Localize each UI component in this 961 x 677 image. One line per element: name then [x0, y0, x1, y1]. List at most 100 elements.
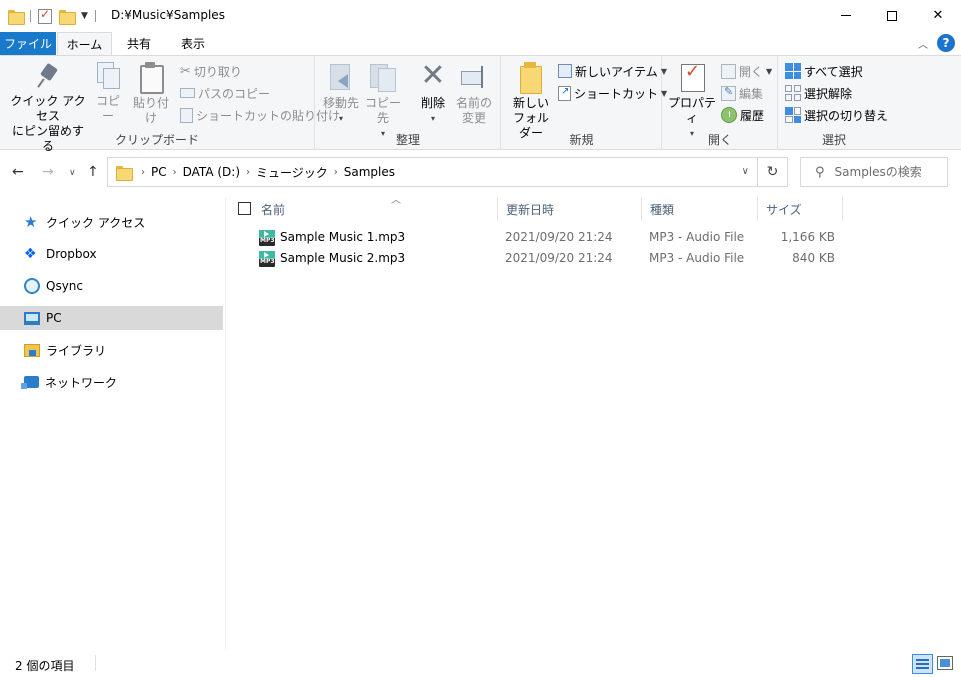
address-bar[interactable]: › PC › DATA (D:) › ミュージック › Samples ∨ — [107, 157, 758, 187]
column-header-size[interactable]: サイズ — [758, 197, 843, 221]
new-folder-icon[interactable] — [59, 9, 76, 25]
details-view-button[interactable] — [912, 654, 933, 674]
chevron-right-icon[interactable]: › — [173, 167, 177, 178]
select-all-label: すべて選択 — [804, 64, 863, 79]
maximize-button[interactable] — [869, 0, 915, 31]
new-folder-icon — [518, 62, 544, 94]
tab-home[interactable]: ホーム — [57, 32, 112, 55]
breadcrumb-data-drive[interactable]: DATA (D:) — [183, 165, 240, 179]
minimize-button[interactable] — [823, 0, 869, 31]
column-header-date[interactable]: 更新日時 — [498, 197, 642, 221]
nav-item-label: Qsync — [46, 279, 84, 293]
minimize-icon — [841, 15, 851, 16]
invert-selection-button[interactable]: 選択の切り替え — [785, 105, 888, 125]
nav-item-quick-access[interactable]: ★ クイック アクセス — [0, 210, 223, 234]
help-icon[interactable]: ? — [937, 34, 955, 52]
copy-to-button[interactable]: コピー先 ▾ — [364, 62, 402, 141]
library-icon — [24, 343, 40, 357]
folder-icon — [8, 9, 25, 25]
rename-button[interactable]: 名前の 変更 — [454, 62, 494, 126]
chevron-down-icon: ▾ — [338, 114, 343, 123]
select-group-label: 選択 — [821, 133, 846, 147]
file-size: 840 KB — [792, 251, 835, 265]
chevron-up-icon[interactable]: ︿ — [918, 36, 928, 51]
nav-item-network[interactable]: ネットワーク — [0, 370, 223, 394]
clipboard-group: クイック アクセス にピン留めする コピー 貼り付け ✂ 切り取り パスのコピー… — [0, 56, 340, 153]
invert-selection-label: 選択の切り替え — [804, 108, 889, 123]
ribbon-tabs: ファイル ホーム 共有 表示 — [0, 31, 961, 55]
select-all-checkbox[interactable] — [238, 202, 251, 215]
new-folder-label-line1: 新しい — [512, 96, 549, 110]
large-icons-view-button[interactable] — [937, 656, 953, 670]
nav-item-label: クイック アクセス — [46, 215, 146, 230]
search-box[interactable]: ⚲ — [800, 157, 948, 187]
paste-shortcut-icon — [180, 107, 193, 123]
nav-item-label: ネットワーク — [45, 375, 118, 390]
easy-access-button[interactable]: ショートカット ▼ — [558, 83, 667, 103]
nav-item-qsync[interactable]: Qsync — [0, 274, 223, 298]
column-header-type[interactable]: 種類 — [642, 197, 758, 221]
new-item-icon — [558, 64, 572, 78]
nav-item-label: ライブラリ — [46, 343, 107, 358]
chevron-right-icon[interactable]: › — [334, 167, 338, 178]
tab-file[interactable]: ファイル — [0, 32, 56, 55]
edit-icon — [721, 85, 736, 101]
breadcrumb-samples[interactable]: Samples — [344, 165, 395, 179]
file-name: Sample Music 1.mp3 — [280, 230, 406, 244]
copy-path-button[interactable]: パスのコピー — [180, 83, 270, 103]
customize-toolbar-icon[interactable]: ▼ — [81, 11, 88, 21]
column-size-label: サイズ — [766, 202, 802, 217]
forward-arrow-icon[interactable]: → — [42, 164, 54, 180]
new-item-label: 新しいアイテム — [575, 64, 658, 79]
edit-button[interactable]: 編集 — [721, 83, 763, 103]
chevron-right-icon[interactable]: › — [246, 167, 250, 178]
breadcrumb-music[interactable]: ミュージック — [256, 164, 328, 181]
toolbar-separator — [94, 10, 96, 22]
paste-button[interactable]: 貼り付け — [128, 62, 174, 126]
history-button[interactable]: 履歴 — [721, 105, 764, 125]
status-item-count: 2 個の項目 — [15, 659, 75, 673]
cut-button[interactable]: ✂ 切り取り — [180, 61, 242, 81]
file-row[interactable]: Sample Music 1.mp3 2021/09/20 21:24 MP3 … — [256, 227, 856, 248]
open-group: プロパティ ▾ 開く ▼ 編集 履歴 開く — [663, 56, 778, 150]
breadcrumb-pc[interactable]: PC — [151, 165, 167, 179]
chevron-down-icon[interactable]: ∨ — [742, 166, 749, 177]
recent-locations-chevron-icon[interactable]: ∨ — [69, 168, 76, 178]
move-to-button[interactable]: 移動先 ▾ — [322, 62, 360, 126]
up-arrow-icon[interactable]: ↑ — [87, 164, 99, 180]
back-arrow-icon[interactable]: ← — [12, 164, 24, 180]
close-button[interactable]: ✕ — [915, 0, 961, 31]
select-none-button[interactable]: 選択解除 — [785, 83, 852, 103]
select-all-button[interactable]: すべて選択 — [785, 61, 863, 81]
pc-icon — [24, 311, 40, 325]
details-view-icon — [916, 659, 929, 669]
history-icon — [721, 107, 737, 123]
navigation-row: ← → ∨ ↑ › PC › DATA (D:) › ミュージック › Samp… — [0, 157, 961, 187]
delete-button[interactable]: ✕ 削除 ▾ — [416, 61, 450, 126]
file-row[interactable]: Sample Music 2.mp3 2021/09/20 21:24 MP3 … — [256, 248, 856, 269]
shortcut-icon — [558, 85, 571, 101]
toolbar-separator — [30, 10, 31, 22]
nav-item-dropbox[interactable]: ❖ Dropbox — [0, 242, 223, 266]
chevron-down-icon: ▼ — [766, 66, 773, 76]
new-folder-button[interactable]: 新しい フォルダー — [508, 62, 554, 141]
tab-view[interactable]: 表示 — [168, 32, 218, 55]
properties-button[interactable]: プロパティ ▾ — [667, 62, 717, 141]
tab-share[interactable]: 共有 — [114, 32, 164, 55]
new-item-button[interactable]: 新しいアイテム ▼ — [558, 61, 667, 81]
search-input[interactable] — [834, 165, 940, 179]
nav-item-pc[interactable]: PC — [0, 306, 223, 330]
ribbon: クイック アクセス にピン留めする コピー 貼り付け ✂ 切り取り パスのコピー… — [0, 55, 961, 153]
refresh-button[interactable]: ↻ — [758, 157, 788, 187]
open-button[interactable]: 開く ▼ — [721, 61, 772, 81]
cut-label: 切り取り — [193, 64, 242, 79]
nav-item-library[interactable]: ライブラリ — [0, 338, 223, 362]
copy-button[interactable]: コピー — [92, 62, 124, 124]
play-icon — [264, 231, 269, 237]
properties-icon[interactable] — [38, 7, 52, 24]
network-icon — [21, 376, 39, 389]
column-header-name[interactable]: 名前 ︿ — [253, 195, 498, 221]
copy-icon — [95, 62, 121, 90]
chevron-right-icon[interactable]: › — [141, 167, 145, 178]
file-date: 2021/09/20 21:24 — [505, 251, 613, 265]
